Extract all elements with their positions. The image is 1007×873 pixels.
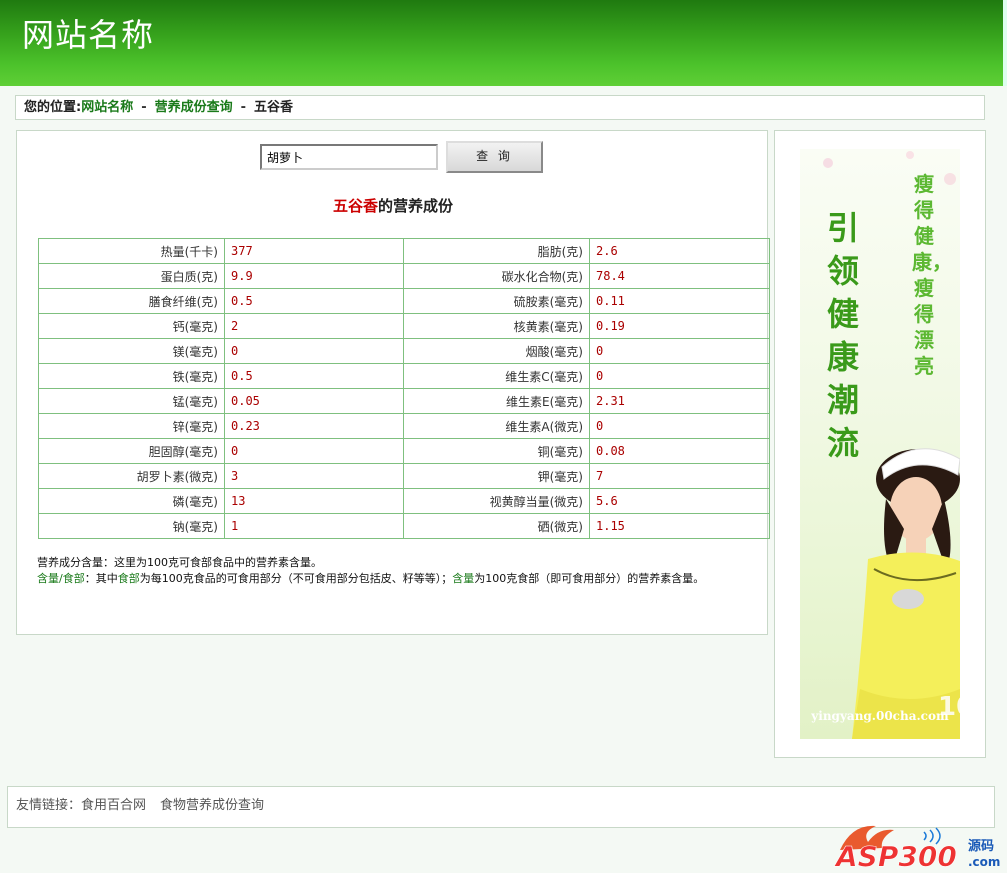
nutrient-value: 0.5 xyxy=(224,288,404,314)
nutrient-value: 7 xyxy=(589,463,770,489)
notes-term-content-portion: 含量/食部 xyxy=(37,572,85,585)
nutrient-value: 0.19 xyxy=(589,313,770,339)
ad-banner[interactable]: 10 瘦得健康，瘦得漂亮 引领健康潮流 yingyang.00cha.com xyxy=(800,149,960,739)
table-row: 蛋白质(克) 9.9 碳水化合物(克) 78.4 xyxy=(38,263,770,289)
nutrient-value: 0 xyxy=(224,438,404,464)
ad-slogan-primary: 引领健康潮流 xyxy=(826,209,859,462)
table-row: 锰(毫克) 0.05 维生素E(毫克) 2.31 xyxy=(38,388,770,414)
nutrient-value: 0.11 xyxy=(589,288,770,314)
breadcrumb-link-home[interactable]: 网站名称 xyxy=(81,100,133,115)
nutrient-label: 硫胺素(毫克) xyxy=(403,288,590,314)
nutrient-value: 1 xyxy=(224,513,404,539)
nutrient-label: 磷(毫克) xyxy=(38,488,225,514)
asp300-watermark-logo: ASP300 源码 .com xyxy=(834,825,1000,873)
breadcrumb-current: 五谷香 xyxy=(254,100,294,115)
nutrient-label: 烟酸(毫克) xyxy=(403,338,590,364)
search-input[interactable] xyxy=(260,144,438,170)
nutrient-label: 铜(毫克) xyxy=(403,438,590,464)
notes-line-2: 含量/食部：其中食部为每100克食品的可食用部分（不可食用部分包括皮、籽等等）；… xyxy=(37,571,752,587)
nutrient-value: 9.9 xyxy=(224,263,404,289)
table-row: 锌(毫克) 0.23 维生素A(微克) 0 xyxy=(38,413,770,439)
nutrient-value: 0.08 xyxy=(589,438,770,464)
notes-text: ：其中 xyxy=(84,572,118,585)
nutrient-label: 钾(毫克) xyxy=(403,463,590,489)
notes-text: 为100克食部（即可食用部分）的营养素含量。 xyxy=(474,572,705,585)
main-panel: 查 询 五谷香的营养成份 热量(千卡)377脂肪(克)2.6蛋白质(克)9.9碳… xyxy=(16,130,770,635)
nutrient-label: 维生素C(毫克) xyxy=(403,363,590,389)
nutrition-notes: 营养成分含量：这里为100克可食部食品中的营养素含量。 含量/食部：其中食部为每… xyxy=(37,555,752,587)
nutrient-label: 膳食纤维(克) xyxy=(38,288,225,314)
nutrient-label: 碳水化合物(克) xyxy=(403,263,590,289)
nutrient-value: 1.15 xyxy=(589,513,770,539)
nutrient-value: 0.23 xyxy=(224,413,404,439)
nutrient-value: 2.31 xyxy=(589,388,770,414)
footer-label: 友情链接： xyxy=(16,798,82,813)
nutrient-value: 0 xyxy=(224,338,404,364)
nutrient-label: 锌(毫克) xyxy=(38,413,225,439)
table-row: 钙(毫克) 2 核黄素(毫克) 0.19 xyxy=(38,313,770,339)
nutrient-label: 视黄醇当量(微克) xyxy=(403,488,590,514)
site-title[interactable]: 网站名称 xyxy=(22,10,154,56)
watermark-tag: 源码 xyxy=(968,838,994,854)
notes-text: 为每100克食品的可食用部分（不可食用部分包括皮、籽等等）； xyxy=(139,572,453,585)
table-row: 铁(毫克) 0.5 维生素C(毫克) 0 xyxy=(38,363,770,389)
ad-slogan-secondary: 瘦得健康，瘦得漂亮 xyxy=(912,172,952,378)
notes-term-edible-portion: 食部 xyxy=(117,572,140,585)
nutrient-value: 2.6 xyxy=(589,238,770,264)
table-row: 胆固醇(毫克) 0 铜(毫克) 0.08 xyxy=(38,438,770,464)
nutrient-value: 0 xyxy=(589,338,770,364)
site-header: 网站名称 xyxy=(0,0,1007,86)
result-food-name: 五谷香 xyxy=(332,197,378,215)
table-row: 镁(毫克) 0 烟酸(毫克) 0 xyxy=(38,338,770,364)
nutrient-label: 镁(毫克) xyxy=(38,338,225,364)
nutrient-label: 核黄素(毫克) xyxy=(403,313,590,339)
breadcrumb-separator: - xyxy=(141,100,147,115)
nutrient-label: 钠(毫克) xyxy=(38,513,225,539)
table-row: 膳食纤维(克) 0.5 硫胺素(毫克) 0.11 xyxy=(38,288,770,314)
breadcrumb-link-nutrition-query[interactable]: 营养成份查询 xyxy=(155,100,233,115)
nutrient-label: 胡罗卜素(微克) xyxy=(38,463,225,489)
search-button[interactable]: 查 询 xyxy=(446,141,543,173)
footer-link-lily[interactable]: 食用百合网 xyxy=(81,798,146,813)
nutrient-value: 13 xyxy=(224,488,404,514)
nutrient-value: 0 xyxy=(589,413,770,439)
nutrient-value: 5.6 xyxy=(589,488,770,514)
nutrient-value: 377 xyxy=(224,238,404,264)
footer-link-nutrition-query[interactable]: 食物营养成份查询 xyxy=(160,798,264,813)
nutrient-label: 硒(微克) xyxy=(403,513,590,539)
sidebar-ad-panel: 10 瘦得健康，瘦得漂亮 引领健康潮流 yingyang.00cha.com xyxy=(774,130,986,758)
nutrient-value: 0 xyxy=(589,363,770,389)
breadcrumb-separator: - xyxy=(240,100,247,115)
nutrient-value: 0.5 xyxy=(224,363,404,389)
nutrient-label: 维生素E(毫克) xyxy=(403,388,590,414)
nutrient-label: 维生素A(微克) xyxy=(403,413,590,439)
nutrient-label: 蛋白质(克) xyxy=(38,263,225,289)
table-row: 胡罗卜素(微克) 3 钾(毫克) 7 xyxy=(38,463,770,489)
nutrient-value: 2 xyxy=(224,313,404,339)
nutrient-value: 0.05 xyxy=(224,388,404,414)
table-row: 磷(毫克) 13 视黄醇当量(微克) 5.6 xyxy=(38,488,770,514)
watermark-domain: .com xyxy=(968,855,1000,869)
breadcrumb: 您的位置:网站名称 - 营养成份查询 - 五谷香 xyxy=(15,95,985,120)
watermark-brand: ASP300 xyxy=(834,840,957,873)
nutrient-label: 热量(千卡) xyxy=(38,238,225,264)
nutrition-table: 热量(千卡) 377 脂肪(克) 2.6 蛋白质(克) 9.9 碳水化合物(克) 78.4 膳食… xyxy=(38,238,770,539)
result-title-suffix: 的营养成份 xyxy=(378,197,454,215)
breadcrumb-prefix: 您的位置: xyxy=(24,100,82,115)
table-row: 热量(千卡) 377 脂肪(克) 2.6 xyxy=(38,238,770,264)
nutrient-label: 脂肪(克) xyxy=(403,238,590,264)
ad-url: yingyang.00cha.com xyxy=(811,709,949,723)
table-row: 钠(毫克) 1 硒(微克) 1.15 xyxy=(38,513,770,539)
nutrient-label: 胆固醇(毫克) xyxy=(38,438,225,464)
result-title: 五谷香的营养成份 xyxy=(17,195,769,216)
nutrient-label: 钙(毫克) xyxy=(38,313,225,339)
nutrient-label: 铁(毫克) xyxy=(38,363,225,389)
nutrient-value: 3 xyxy=(224,463,404,489)
nutrient-value: 78.4 xyxy=(589,263,770,289)
notes-term-content: 含量 xyxy=(452,572,475,585)
nutrient-label: 锰(毫克) xyxy=(38,388,225,414)
notes-line-1: 营养成分含量：这里为100克可食部食品中的营养素含量。 xyxy=(37,556,322,569)
